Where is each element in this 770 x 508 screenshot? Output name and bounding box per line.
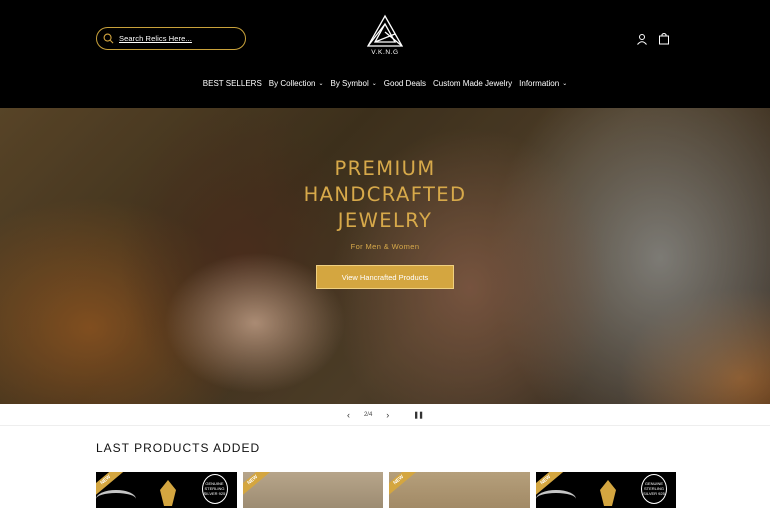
new-badge: NEW [242, 472, 274, 500]
account-icon[interactable] [636, 33, 648, 45]
site-header: Search Relics Here... V.K.N.G BEST SELLE… [0, 0, 770, 108]
product-card[interactable]: NEW GENUINE STERLING SILVER 925 [535, 472, 676, 508]
nav-label: By Symbol [330, 79, 369, 88]
slider-controls: ‹ 2/4 › ❚❚ [0, 404, 770, 426]
product-card[interactable]: NEW GENUINE STERLING SILVER 925 [96, 472, 237, 508]
logo-text: V.K.N.G [371, 49, 399, 56]
nav-information[interactable]: Information ⌄ [519, 79, 567, 88]
nav-label: BEST SELLERS [202, 79, 262, 88]
chevron-down-icon: ⌄ [318, 81, 324, 87]
hero-title-line: PREMIUM [334, 157, 436, 180]
hero-overlay [0, 108, 770, 404]
nav-label: Information [519, 79, 560, 88]
section-title: LAST PRODUCTS ADDED [96, 441, 261, 455]
nav-custom-made-jewelry[interactable]: Custom Made Jewelry [433, 79, 512, 88]
product-card[interactable]: NEW [389, 472, 530, 508]
search-bar[interactable]: Search Relics Here... [96, 27, 246, 50]
chevron-down-icon: ⌄ [562, 81, 568, 87]
product-grid: NEW GENUINE STERLING SILVER 925 NEW NEW … [96, 472, 676, 508]
chevron-down-icon: ⌄ [371, 81, 377, 87]
product-card[interactable]: NEW [242, 472, 383, 508]
hero-banner: PREMIUM HANDCRAFTED JEWELRY For Men & Wo… [0, 108, 770, 404]
hero-subtitle: For Men & Women [350, 242, 420, 251]
next-slide-icon[interactable]: › [386, 410, 389, 420]
nav-label: By Collection [268, 79, 316, 88]
hero-title-line: HANDCRAFTED [303, 183, 467, 206]
nav-by-collection[interactable]: By Collection ⌄ [269, 79, 324, 88]
nav-by-symbol[interactable]: By Symbol ⌄ [331, 79, 377, 88]
nav-label: Good Deals [383, 79, 427, 88]
gold-emblem-icon [599, 480, 616, 506]
silver-seal: GENUINE STERLING SILVER 925 [201, 474, 228, 504]
cart-icon[interactable] [658, 32, 670, 45]
nav-best-sellers[interactable]: BEST SELLERS [203, 79, 262, 88]
chain-image [535, 490, 576, 508]
main-nav: BEST SELLERS By Collection ⌄ By Symbol ⌄ G… [0, 79, 770, 88]
search-placeholder: Search Relics Here... [119, 34, 192, 43]
view-products-button[interactable]: View Hancrafted Products [316, 265, 454, 289]
search-icon [103, 33, 114, 44]
hero-title: PREMIUM HANDCRAFTED JEWELRY [285, 156, 485, 234]
gold-emblem-icon [160, 480, 176, 506]
new-badge: NEW [389, 472, 421, 500]
pause-icon[interactable]: ❚❚ [413, 411, 424, 419]
nav-good-deals[interactable]: Good Deals [384, 79, 426, 88]
prev-slide-icon[interactable]: ‹ [347, 410, 350, 420]
silver-seal: GENUINE STERLING SILVER 925 [641, 474, 667, 504]
hero-title-line: JEWELRY [337, 209, 433, 232]
slide-counter: 2/4 [363, 411, 373, 418]
chain-image [96, 490, 136, 508]
nav-label: Custom Made Jewelry [433, 79, 513, 88]
